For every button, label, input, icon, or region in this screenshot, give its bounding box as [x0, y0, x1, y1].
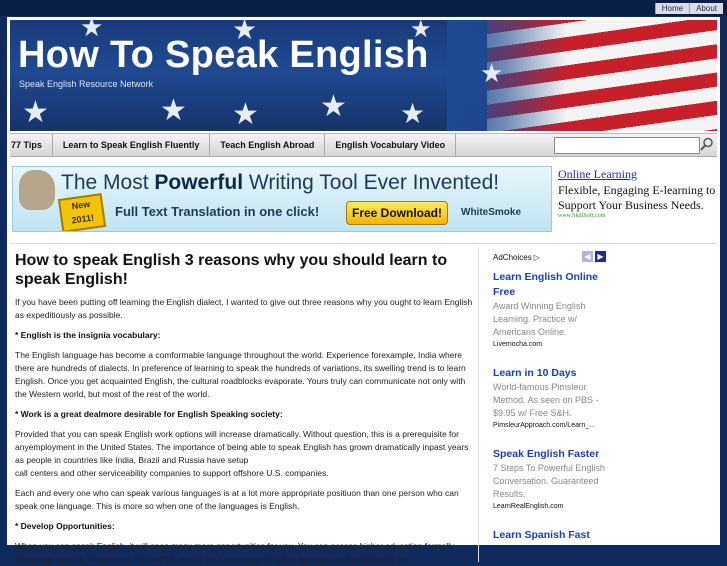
ad-url[interactable]: PimsleurApproach.com/Learn_...	[493, 420, 619, 431]
side-ad-description: Flexible, Engaging E-learning to Support…	[558, 183, 716, 212]
side-ad-title[interactable]: Online Learning	[558, 167, 718, 182]
divider	[10, 243, 717, 244]
nav-item-learn-fluently[interactable]: Learn to Speak English Fluently	[53, 134, 211, 156]
ad-description: Award Winning English Learning. Practice…	[493, 301, 586, 337]
banner-subheadline: Full Text Translation in one click!	[115, 204, 320, 219]
whitesmoke-logo: WhiteSmoke	[461, 207, 522, 218]
article-paragraph: When you can speak English, it will open…	[15, 541, 455, 564]
star-icon: ★	[480, 58, 504, 88]
nav-item-teach-abroad[interactable]: Teach English Abroad	[210, 134, 326, 156]
page: ★ ★ ★ ★ ★ ★ ★ ★ ★ How To Speak English S…	[7, 17, 720, 564]
nav-item-vocabulary-video[interactable]: English Vocabulary Video	[325, 134, 457, 156]
section-heading: * Work is a great dealmore desirable for…	[15, 409, 283, 419]
search-input[interactable]	[554, 137, 700, 154]
ad-unit[interactable]: Learn Spanish Fast	[493, 528, 619, 543]
star-icon: ★	[232, 98, 259, 131]
ad-title[interactable]: Learn English Online Free	[493, 270, 619, 300]
star-icon: ★	[400, 98, 426, 129]
ad-unit[interactable]: Learn in 10 Days World-famous Pimsleur M…	[493, 366, 619, 431]
article-intro: If you have been putting off learning th…	[15, 297, 473, 320]
online-learning-ad[interactable]: Online Learning Flexible, Engaging E-lea…	[558, 167, 718, 233]
about-link[interactable]: About	[689, 3, 723, 14]
ad-nav-arrows: ◀ ▶	[582, 251, 606, 262]
star-icon: ★	[160, 94, 187, 127]
ad-unit[interactable]: Learn English Online Free Award Winning …	[493, 270, 619, 350]
adsense-sidebar: AdChoices ▷ ◀ ▶ Learn English Online Free…	[493, 251, 619, 543]
ad-url[interactable]: LearnRealEnglish.com	[493, 501, 619, 512]
search-icon	[700, 137, 713, 151]
star-icon: ★	[22, 96, 49, 129]
section-heading: * Develop Opportunities:	[15, 521, 115, 531]
site-title[interactable]: How To Speak English	[18, 34, 429, 77]
ad-description: World-famous Pimsleur Method. As seen on…	[493, 382, 599, 418]
banner-headline: The Most Powerful Writing Tool Ever Inve…	[61, 171, 500, 194]
ad-title[interactable]: Learn in 10 Days	[493, 366, 619, 381]
ad-title[interactable]: Speak English Faster	[493, 447, 619, 462]
side-ad-url[interactable]: www.SkillSoft.com	[558, 213, 718, 219]
whitesmoke-banner-ad[interactable]: The Most Powerful Writing Tool Ever Inve…	[12, 166, 552, 232]
ad-unit[interactable]: Speak English Faster 7 Steps To Powerful…	[493, 447, 619, 512]
next-arrow-icon[interactable]: ▶	[595, 251, 606, 262]
article-paragraph: The English language has become a comfor…	[15, 350, 466, 399]
article-paragraph: call centers and other serviceability co…	[15, 468, 329, 478]
article-title[interactable]: How to speak English 3 reasons why you s…	[15, 251, 477, 289]
elephant-image	[19, 170, 55, 210]
adchoices-icon: ▷	[533, 252, 540, 262]
new-2011-badge: New 2011!	[57, 193, 107, 231]
top-links: Home About	[654, 3, 723, 14]
top-bar: Home About	[0, 0, 727, 16]
ad-description: 7 Steps To Powerful English Conversation…	[493, 463, 605, 499]
ad-title[interactable]: Learn Spanish Fast	[493, 528, 619, 543]
article-paragraph: Each and every one who can speak various…	[15, 488, 459, 511]
home-link[interactable]: Home	[654, 3, 690, 14]
article: How to speak English 3 reasons why you s…	[15, 251, 477, 566]
article-paragraph: Provided that you can speak English work…	[15, 429, 469, 465]
site-subtitle: Speak English Resource Network	[19, 79, 154, 89]
site-header: ★ ★ ★ ★ ★ ★ ★ ★ ★ How To Speak English S…	[10, 20, 717, 131]
star-icon: ★	[320, 90, 347, 123]
free-download-button[interactable]: Free Download!	[346, 201, 448, 225]
ad-url[interactable]: Livemocha.com	[493, 339, 619, 350]
prev-arrow-icon[interactable]: ◀	[582, 251, 593, 262]
nav-item-77-tips[interactable]: 77 Tips	[10, 134, 53, 156]
search-button[interactable]	[699, 136, 715, 152]
section-heading: * English is the insignia vocabulary:	[15, 330, 161, 340]
